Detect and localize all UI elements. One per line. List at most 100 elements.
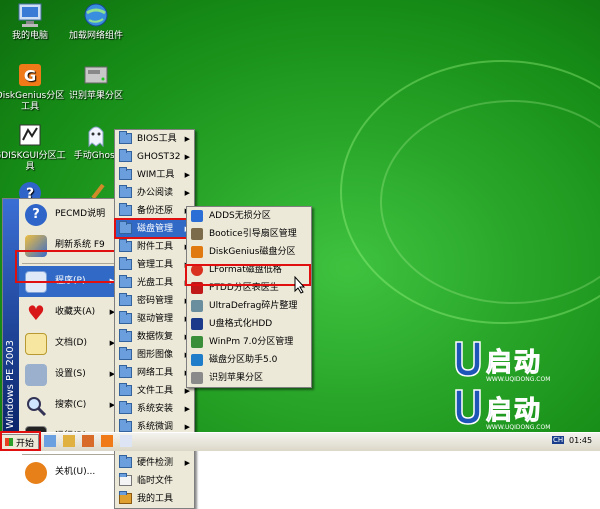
folder-icon [119,203,132,216]
programs-item[interactable]: 系统安装 ▶ [115,400,194,418]
item-label: 刷新系统 F9 [55,240,105,250]
folder-icon [119,149,132,162]
quick-launch-paint-icon[interactable] [81,435,94,447]
item-label: 密码管理 [137,296,174,306]
watermark-url: WWW.UQIDONG.COM [486,376,551,383]
programs-item[interactable]: 光盘工具▶ [115,274,194,292]
watermark-logo: 启动 WWW.UQIDONG.COM [448,388,588,432]
start-item-refresh-system[interactable]: 刷新系统 F9 [19,230,121,261]
disk-item-ptdd[interactable]: PTDD分区表医生 [187,279,311,297]
disk-item-usb-format[interactable]: U盘格式化HDD [187,315,311,333]
folder-icon [119,419,132,432]
start-button[interactable]: 开始 [1,434,39,450]
item-label: WinPm 7.0分区管理 [209,337,294,347]
programs-item[interactable]: 附件工具▶ [115,238,194,256]
programs-item[interactable]: 图形图像▶ [115,346,194,364]
item-label: 关机(U)... [55,467,96,477]
adds-icon [191,210,203,222]
submenu-arrow-icon: ▶ [184,405,190,413]
gdisk-icon [17,122,43,148]
programs-item[interactable]: GHOST32 ▶ [115,148,194,166]
programs-item[interactable]: 数据恢复▶ [115,328,194,346]
refresh-brush-icon [25,235,47,257]
desktop-icon-gdiskgui[interactable]: GDISKGUI分区工具 [0,122,66,173]
disk-item-diskgenius[interactable]: DiskGenius磁盘分区 [187,243,311,261]
ptdd-icon [191,282,203,294]
item-label: 光盘工具 [137,278,174,288]
icon-label: 识别苹果分区 [68,91,123,101]
programs-item[interactable]: BIOS工具 ▶ [115,130,194,148]
disk-item-apple-partition[interactable]: 识别苹果分区 [187,369,311,387]
quick-launch-ghost-icon[interactable] [119,435,132,447]
desktop-icon-my-computer[interactable]: 我的电脑 [0,2,66,42]
folder-icon [119,311,132,324]
start-item-favorites[interactable]: ♥ 收藏夹(A) ▶ [19,297,121,328]
start-item-shutdown[interactable]: 关机(U)... [19,457,121,488]
apple-partition-icon [191,372,203,384]
separator [22,263,118,264]
programs-item-my-tools[interactable]: 我的工具 [115,490,194,508]
disk-item-adds[interactable]: ADDS无损分区 [187,207,311,225]
disk-item-bootice[interactable]: Bootice引导扇区管理 [187,225,311,243]
start-item-pecmd-help[interactable]: ? PECMD说明 [19,199,121,230]
item-label: 办公阅读 [137,188,174,198]
disk-item-ultradefrag[interactable]: UltraDefrag碎片整理 [187,297,311,315]
start-menu: Windows PE 2003 ? PECMD说明 刷新系统 F9 程序(P) … [2,198,122,484]
submenu-arrow-icon: ▶ [184,135,190,143]
disk-item-partition-assistant[interactable]: 磁盘分区助手5.0 [187,351,311,369]
programs-item-disk-management[interactable]: 磁盘管理▶ [115,220,194,238]
disk-item-winpm[interactable]: WinPm 7.0分区管理 [187,333,311,351]
programs-item[interactable]: WIM工具 ▶ [115,166,194,184]
folder-icon [119,185,132,198]
quick-launch-computer-icon[interactable] [44,435,56,447]
programs-item[interactable]: 办公阅读 ▶ [115,184,194,202]
folder-icon [119,275,132,288]
folder-icon [119,365,132,378]
start-item-search[interactable]: 搜索(C) ▶ [19,390,121,421]
start-item-settings[interactable]: 设置(S) ▶ [19,359,121,390]
desktop-icon-apple-partition[interactable]: 识别苹果分区 [60,62,132,102]
folder-icon [119,455,132,468]
item-label: 网络工具 [137,368,174,378]
desktop-icon-network[interactable]: 加载网络组件 [60,2,132,42]
disk-drive-icon [83,62,109,88]
item-label: BIOS工具 [137,134,177,144]
watermark-text: 启动 [485,396,543,427]
quick-launch-folder-icon[interactable] [62,435,75,447]
programs-item[interactable]: 管理工具▶ [115,256,194,274]
item-label: 管理工具 [137,260,174,270]
item-label: 识别苹果分区 [209,373,264,383]
submenu-arrow-icon: ▶ [184,189,190,197]
programs-item[interactable]: 网络工具▶ [115,364,194,382]
disk-item-lformat[interactable]: LFormat磁盘低格 [187,261,311,279]
programs-item[interactable]: 密码管理▶ [115,292,194,310]
folder-icon [119,329,132,342]
svg-text:G: G [24,67,36,85]
diskgenius-icon [191,246,203,258]
start-item-documents[interactable]: 文档(D) ▶ [19,328,121,359]
documents-icon [25,333,47,355]
clock[interactable]: 01:45 [569,436,592,445]
item-label: 备份还原 [137,206,174,216]
item-label: 硬件检测 [137,458,174,468]
desktop-icon-diskgenius[interactable]: G DiskGenius分区工具 [0,62,66,113]
quick-launch [44,435,136,449]
programs-item[interactable]: 文件工具 ▶ [115,382,194,400]
item-label: 数据恢复 [137,332,174,342]
item-label: 磁盘分区助手5.0 [209,355,278,365]
item-label: Bootice引导扇区管理 [209,229,297,239]
programs-item-temp-files[interactable]: 临时文件 [115,472,194,490]
language-indicator[interactable]: CH [552,436,565,444]
taskbar: 开始 CH 01:45 [0,431,600,451]
item-label: 收藏夹(A) [55,307,96,317]
folder-icon [119,239,132,252]
start-item-programs[interactable]: 程序(P) ▶ [19,266,121,297]
item-label: PECMD说明 [55,209,106,219]
programs-item[interactable]: 备份还原▶ [115,202,194,220]
folder-icon [119,167,132,180]
programs-item[interactable]: 驱动管理▶ [115,310,194,328]
icon-label: 加载网络组件 [68,31,123,41]
item-label: GHOST32 [137,152,181,162]
programs-item[interactable]: 硬件检测 ▶ [115,454,194,472]
quick-launch-diskgenius-icon[interactable] [100,435,113,447]
